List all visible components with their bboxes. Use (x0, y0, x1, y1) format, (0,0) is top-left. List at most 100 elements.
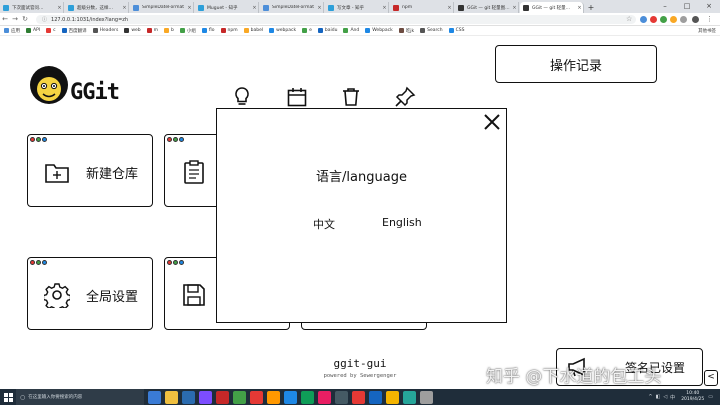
browser-tab[interactable]: GGit — git 轻量图… × (455, 2, 519, 13)
bookmark-item[interactable]: Search (420, 28, 443, 33)
bookmarks-bar: 应用 API c 百度翻译 Headers web m b 小组 flo npm… (0, 26, 720, 36)
taskbar-clock[interactable]: 10:40 2019/4/25 (681, 391, 704, 403)
gear-icon (44, 283, 70, 308)
taskbar-app-icon[interactable] (165, 390, 178, 404)
input-method-icon[interactable]: 中 (670, 394, 675, 401)
back-arrow-icon[interactable]: ← (0, 13, 10, 26)
close-window-icon[interactable]: × (698, 0, 720, 13)
bookmark-item[interactable]: e (302, 28, 312, 33)
operation-history-button[interactable]: 操作记录 (495, 45, 657, 83)
bookmark-item[interactable]: babel (243, 28, 263, 33)
taskbar-app-icon[interactable] (301, 390, 314, 404)
browser-tab[interactable]: npm × (390, 2, 454, 13)
collapse-button[interactable]: < (704, 370, 718, 386)
bookmark-item[interactable]: b (164, 28, 174, 33)
language-option-chinese[interactable]: 中文 (313, 216, 335, 232)
taskbar-app-icon[interactable] (182, 390, 195, 404)
bookmark-item[interactable]: m (146, 28, 158, 33)
bookmark-item[interactable]: 小组 (179, 28, 196, 34)
tab-title: GGit — git 轻量… (532, 5, 571, 11)
tab-title: Muguet - 知乎 (207, 5, 238, 11)
taskbar-app-icon[interactable] (199, 390, 212, 404)
tab-close-icon[interactable]: × (511, 5, 518, 11)
maximize-window-icon[interactable]: □ (676, 0, 698, 13)
lightbulb-icon[interactable] (231, 86, 253, 108)
taskbar-app-icon[interactable] (267, 390, 280, 404)
taskbar-app-icon[interactable] (216, 390, 229, 404)
extension-icon[interactable] (660, 16, 667, 23)
global-settings-card[interactable]: 全局设置 (27, 257, 153, 330)
extension-icon[interactable] (680, 16, 687, 23)
extension-icon[interactable] (640, 16, 647, 23)
tray-expand-icon[interactable]: ^ (648, 394, 652, 400)
new-repository-card[interactable]: 新建仓库 (27, 134, 153, 207)
tab-close-icon[interactable]: × (381, 5, 388, 11)
taskbar-app-icon[interactable] (352, 390, 365, 404)
tab-close-icon[interactable]: × (316, 5, 323, 11)
tab-favicon-icon (458, 4, 464, 11)
taskbar-app-icon[interactable] (369, 390, 382, 404)
new-tab-button[interactable]: + (585, 2, 597, 13)
taskbar-app-icon[interactable] (318, 390, 331, 404)
system-tray: ^ ◧ ◁ 中 10:40 2019/4/25 ▭ (648, 389, 716, 405)
bookmark-item[interactable]: web (124, 28, 141, 33)
extension-icon[interactable] (650, 16, 657, 23)
browser-tab-active[interactable]: GGit — git 轻量… × (520, 2, 584, 13)
reload-icon[interactable]: ↻ (20, 13, 30, 26)
notification-icon[interactable]: ▭ (708, 394, 713, 400)
forward-arrow-icon[interactable]: → (10, 13, 20, 26)
tab-close-icon[interactable]: × (446, 5, 453, 11)
browser-tab[interactable]: SimpleDateFormat × (260, 2, 324, 13)
tab-title: SimpleDateFormat (272, 5, 314, 10)
bookmark-label: Webpack (372, 28, 393, 33)
browser-tab[interactable]: Muguet - 知乎 × (195, 2, 259, 13)
bookmark-item[interactable]: Headers (92, 28, 118, 33)
other-bookmarks-folder[interactable]: 其他书签 (698, 28, 716, 34)
taskbar-app-icon[interactable] (403, 390, 416, 404)
bookmark-item[interactable]: 吃jk (398, 28, 414, 34)
bookmark-item[interactable]: baidu (317, 28, 337, 33)
extension-icon[interactable] (670, 16, 677, 23)
bookmark-item[interactable]: npm (220, 28, 238, 33)
taskbar-app-icon[interactable] (233, 390, 246, 404)
browser-tab[interactable]: 下次面试官问… × (0, 2, 64, 13)
taskbar-app-icon[interactable] (148, 390, 161, 404)
taskbar-app-icon[interactable] (335, 390, 348, 404)
bookmark-item[interactable]: Webpack (365, 28, 393, 33)
browser-tab[interactable]: 超级分数，这样… × (65, 2, 129, 13)
taskbar-search-input[interactable]: ○ 在这里输入你要搜索的内容 (16, 389, 144, 405)
taskbar-app-icon[interactable] (284, 390, 297, 404)
browser-tab[interactable]: 写文章 - 知乎 × (325, 2, 389, 13)
bookmark-item[interactable]: CSS (448, 28, 464, 33)
bookmark-item[interactable]: 百度翻译 (61, 28, 87, 34)
account-avatar-icon[interactable] (692, 16, 699, 23)
bookmark-item[interactable]: flo (201, 28, 215, 33)
bookmark-item[interactable]: And (343, 28, 359, 33)
close-icon[interactable] (482, 112, 502, 132)
calendar-icon[interactable] (286, 86, 308, 108)
bookmark-item[interactable]: c (46, 28, 56, 33)
taskbar-app-icon[interactable] (250, 390, 263, 404)
tab-close-icon[interactable]: × (121, 5, 128, 11)
bookmark-item[interactable]: API (26, 28, 40, 33)
bookmark-item[interactable]: 应用 (4, 28, 20, 34)
tab-close-icon[interactable]: × (576, 5, 583, 11)
taskbar-app-icon[interactable] (420, 390, 433, 404)
browser-menu-icon[interactable]: ⋮ (706, 15, 713, 23)
url-input[interactable]: ⓘ 127.0.0.1:1031/index?lang=zh (36, 15, 636, 24)
tab-close-icon[interactable]: × (186, 5, 193, 11)
info-icon[interactable]: ⓘ (42, 16, 47, 23)
language-option-english[interactable]: English (382, 216, 422, 229)
taskbar-app-icon[interactable] (386, 390, 399, 404)
windows-start-icon[interactable] (0, 389, 16, 405)
browser-tab[interactable]: SimpleDateFormat × (130, 2, 194, 13)
trash-icon[interactable] (340, 86, 362, 108)
minimize-window-icon[interactable]: – (654, 0, 676, 13)
tab-close-icon[interactable]: × (56, 5, 63, 11)
bookmark-star-icon[interactable]: ☆ (626, 15, 632, 23)
bookmark-item[interactable]: webpack (269, 28, 296, 33)
network-icon[interactable]: ◧ (656, 394, 661, 400)
volume-icon[interactable]: ◁ (663, 394, 667, 400)
tab-close-icon[interactable]: × (251, 5, 258, 11)
pin-icon[interactable] (394, 86, 416, 108)
